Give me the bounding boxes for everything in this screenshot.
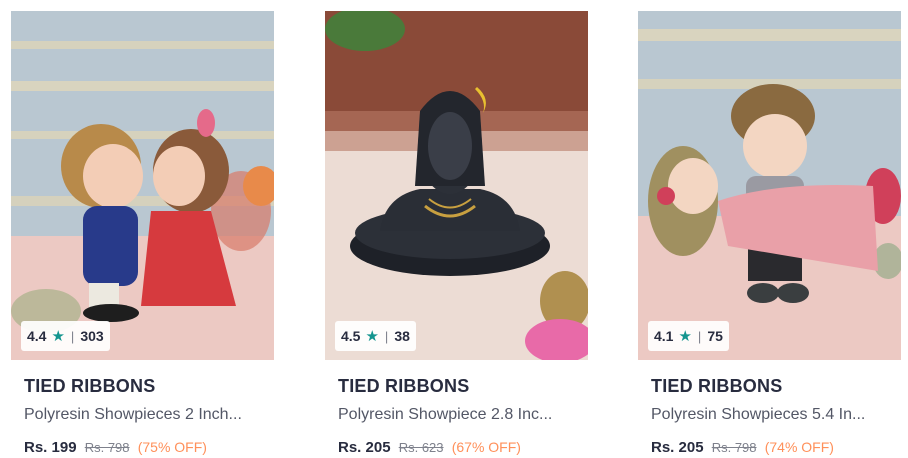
rating-value: 4.1 bbox=[654, 328, 674, 344]
couple-kissing-figurine-image bbox=[11, 11, 274, 360]
discount-label: (67% OFF) bbox=[451, 439, 521, 455]
star-icon: ★ bbox=[51, 328, 65, 345]
rating-count: 303 bbox=[80, 328, 104, 344]
star-icon: ★ bbox=[678, 328, 692, 345]
product-brand[interactable]: TIED RIBBONS bbox=[11, 376, 274, 397]
discount-label: (75% OFF) bbox=[137, 439, 207, 455]
product-image[interactable]: 4.1 ★ | 75 bbox=[638, 11, 901, 360]
price-row: Rs. 199 Rs. 798 (75% OFF) bbox=[11, 439, 274, 456]
rating-value: 4.4 bbox=[27, 328, 47, 344]
selling-price: Rs. 199 bbox=[24, 439, 77, 456]
product-brand[interactable]: TIED RIBBONS bbox=[325, 376, 588, 397]
rating-divider: | bbox=[70, 328, 75, 344]
mrp-price: Rs. 798 bbox=[711, 440, 757, 455]
product-title[interactable]: Polyresin Showpieces 5.4 In... bbox=[638, 406, 887, 424]
product-grid: 4.4 ★ | 303 TIED RIBBONS Polyresin Showp… bbox=[0, 0, 908, 458]
rating-divider: | bbox=[697, 328, 702, 344]
selling-price: Rs. 205 bbox=[651, 439, 704, 456]
mrp-price: Rs. 623 bbox=[398, 440, 444, 455]
rating-divider: | bbox=[384, 328, 389, 344]
selling-price: Rs. 205 bbox=[338, 439, 391, 456]
rating-value: 4.5 bbox=[341, 328, 361, 344]
couple-carrying-figurine-image bbox=[638, 11, 901, 360]
product-title[interactable]: Polyresin Showpiece 2.8 Inc... bbox=[325, 406, 574, 424]
rating-badge: 4.4 ★ | 303 bbox=[21, 321, 110, 351]
rating-count: 75 bbox=[707, 328, 723, 344]
price-row: Rs. 205 Rs. 798 (74% OFF) bbox=[638, 439, 901, 456]
price-row: Rs. 205 Rs. 623 (67% OFF) bbox=[325, 439, 588, 456]
mrp-price: Rs. 798 bbox=[84, 440, 130, 455]
rating-count: 38 bbox=[394, 328, 410, 344]
product-card[interactable]: 4.4 ★ | 303 TIED RIBBONS Polyresin Showp… bbox=[11, 11, 274, 456]
product-title[interactable]: Polyresin Showpieces 2 Inch... bbox=[11, 406, 260, 424]
product-image[interactable]: 4.4 ★ | 303 bbox=[11, 11, 274, 360]
product-card[interactable]: 4.5 ★ | 38 TIED RIBBONS Polyresin Showpi… bbox=[325, 11, 588, 456]
shiva-bust-figurine-image bbox=[325, 11, 588, 360]
discount-label: (74% OFF) bbox=[764, 439, 834, 455]
product-brand[interactable]: TIED RIBBONS bbox=[638, 376, 901, 397]
product-card[interactable]: 4.1 ★ | 75 TIED RIBBONS Polyresin Showpi… bbox=[638, 11, 901, 456]
rating-badge: 4.1 ★ | 75 bbox=[648, 321, 729, 351]
product-image[interactable]: 4.5 ★ | 38 bbox=[325, 11, 588, 360]
star-icon: ★ bbox=[365, 328, 379, 345]
rating-badge: 4.5 ★ | 38 bbox=[335, 321, 416, 351]
